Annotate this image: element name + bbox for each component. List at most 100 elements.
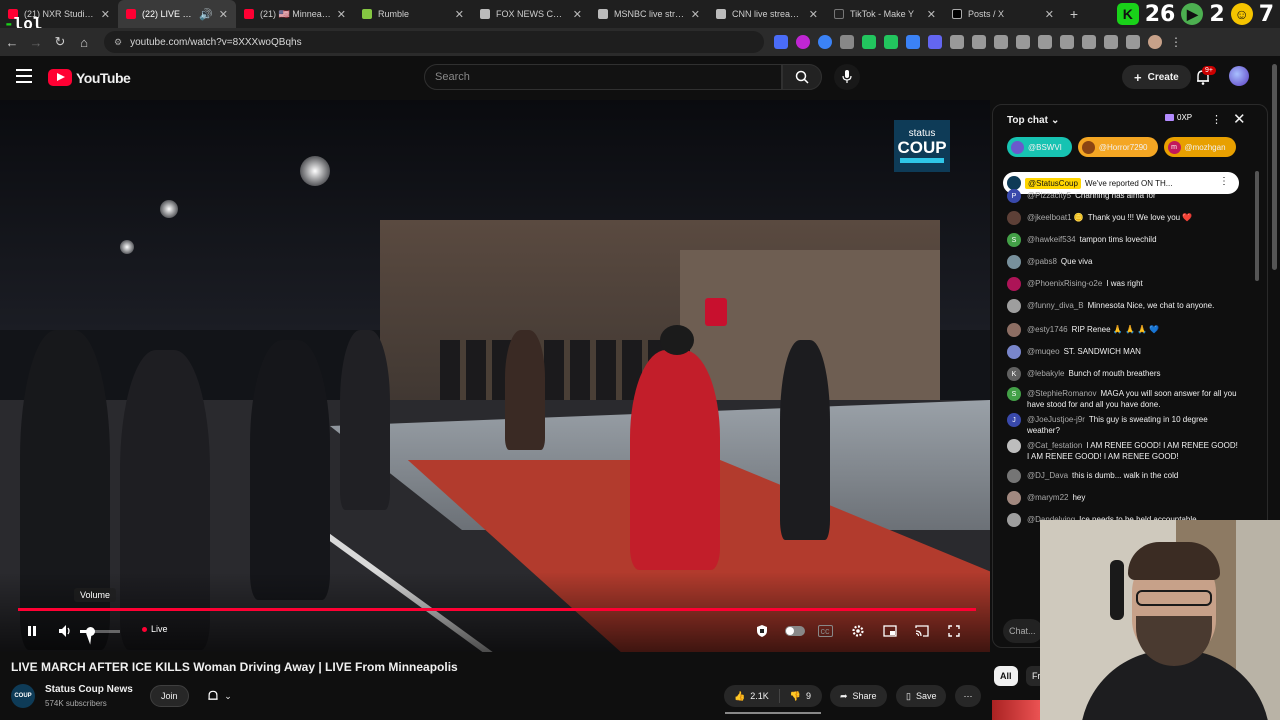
more-actions-button[interactable]: ⋯ xyxy=(955,685,981,707)
search-input[interactable]: Search xyxy=(424,64,782,90)
ad-block-shield-button[interactable] xyxy=(752,622,772,640)
page-scrollbar[interactable] xyxy=(1272,64,1277,270)
extension-icon[interactable] xyxy=(928,35,942,49)
chat-message[interactable]: @funny_diva_B Minnesota Nice, we chat to … xyxy=(1007,299,1239,313)
tab-minneapolis[interactable]: (21) 🇺🇸 Minneapolis ✕ xyxy=(236,0,354,28)
chat-message[interactable]: @marym22 hey xyxy=(1007,491,1239,505)
video-player[interactable]: status COUP Volume cc Live xyxy=(0,100,990,652)
like-button[interactable]: 👍 2.1K xyxy=(724,689,780,703)
chat-author[interactable]: @lebakyle xyxy=(1027,369,1064,378)
chat-message[interactable]: @DJ_Dava this is dumb... walk in the cold xyxy=(1007,469,1239,483)
donor-chip[interactable]: m @mozhgan xyxy=(1163,137,1236,157)
close-tab-icon[interactable]: ✕ xyxy=(927,8,936,21)
extension-icon[interactable] xyxy=(774,35,788,49)
chat-author[interactable]: @DJ_Dava xyxy=(1027,471,1068,480)
progress-bar[interactable] xyxy=(18,608,976,611)
subscription-bell-button[interactable]: ⌄ xyxy=(196,685,242,707)
captions-button[interactable]: cc xyxy=(816,622,834,640)
autoplay-toggle[interactable] xyxy=(784,622,806,640)
chat-author[interactable]: @pabs8 xyxy=(1027,257,1057,266)
extension-icon[interactable] xyxy=(884,35,898,49)
pinned-more-icon[interactable]: ⋮ xyxy=(1219,176,1229,187)
tab-live-march[interactable]: (22) LIVE MARCH 🔊 ✕ xyxy=(118,0,236,28)
chat-message[interactable]: S @StephieRomanov MAGA you will soon answe… xyxy=(1007,387,1239,410)
chat-message[interactable]: S @hawkeif534 tampon tims lovechild xyxy=(1007,233,1239,247)
extension-icon[interactable] xyxy=(1016,35,1030,49)
chat-author[interactable]: @hawkeif534 xyxy=(1027,235,1076,244)
chat-author[interactable]: @esty1746 xyxy=(1027,325,1068,334)
chat-message[interactable]: @esty1746 RIP Renee 🙏 🙏 🙏 💙 xyxy=(1007,323,1239,337)
youtube-logo[interactable]: YouTube xyxy=(48,69,131,86)
tab-rumble[interactable]: Rumble ✕ xyxy=(354,0,472,28)
join-button[interactable]: Join xyxy=(150,685,189,707)
create-button[interactable]: + Create xyxy=(1122,65,1191,89)
chat-author[interactable]: @funny_diva_B xyxy=(1027,301,1084,310)
extension-icon[interactable] xyxy=(906,35,920,49)
channel-name[interactable]: Status Coup News xyxy=(45,684,133,695)
live-indicator[interactable]: Live xyxy=(142,624,168,634)
tab-posts-x[interactable]: Posts / X ✕ xyxy=(944,0,1062,28)
chat-input[interactable]: Chat... xyxy=(1003,619,1043,643)
chat-message[interactable]: J @JoeJustjoe-j9r This guy is sweating in … xyxy=(1007,413,1239,436)
close-tab-icon[interactable]: ✕ xyxy=(809,8,818,21)
voice-search-button[interactable] xyxy=(834,64,860,90)
url-field[interactable]: ⚙ youtube.com/watch?v=8XXXwoQBqhs xyxy=(104,31,764,53)
tab-fox-news[interactable]: FOX NEWS CHANN ✕ xyxy=(472,0,590,28)
settings-button[interactable] xyxy=(848,622,868,640)
tab-tiktok[interactable]: TikTok - Make Y ✕ xyxy=(826,0,944,28)
xp-counter[interactable]: 0XP xyxy=(1165,113,1192,122)
reload-button[interactable]: ↻ xyxy=(48,30,72,54)
close-tab-icon[interactable]: ✕ xyxy=(573,8,582,21)
chat-message[interactable]: P @Pizzacity5 Channing has alma for xyxy=(1007,189,1239,203)
dislike-button[interactable]: 👎 9 xyxy=(780,691,821,702)
chat-author[interactable]: @Pizzacity5 xyxy=(1027,191,1071,200)
forward-button[interactable]: → xyxy=(24,30,48,54)
extension-icon[interactable] xyxy=(972,35,986,49)
account-avatar[interactable] xyxy=(1229,66,1249,86)
extension-icon[interactable] xyxy=(1060,35,1074,49)
menu-icon[interactable]: ⋮ xyxy=(1170,35,1182,49)
extension-icon[interactable] xyxy=(862,35,876,49)
save-button[interactable]: ▯ Save xyxy=(896,685,947,707)
close-tab-icon[interactable]: ✕ xyxy=(219,8,228,21)
extension-icon[interactable] xyxy=(1082,35,1096,49)
close-tab-icon[interactable]: ✕ xyxy=(337,8,346,21)
extension-icon[interactable] xyxy=(950,35,964,49)
close-chat-icon[interactable]: ✕ xyxy=(1233,110,1246,128)
chat-author[interactable]: @jkeelboat1 🪙 xyxy=(1027,213,1084,222)
extension-icon[interactable] xyxy=(840,35,854,49)
chat-message[interactable]: @PhoenixRising-o2e I was right xyxy=(1007,277,1239,291)
profile-avatar[interactable] xyxy=(1148,35,1162,49)
chat-scrollbar[interactable] xyxy=(1255,171,1259,281)
extension-icon[interactable] xyxy=(1104,35,1118,49)
close-tab-icon[interactable]: ✕ xyxy=(455,8,464,21)
chip-all[interactable]: All xyxy=(994,666,1018,686)
fullscreen-button[interactable] xyxy=(944,622,964,640)
back-button[interactable]: ← xyxy=(0,30,24,54)
extension-icon[interactable] xyxy=(994,35,1008,49)
chat-author[interactable]: @StephieRomanov xyxy=(1027,389,1097,398)
chat-mode-dropdown[interactable]: Top chat ⌄ xyxy=(993,105,1267,135)
menu-icon[interactable] xyxy=(16,69,32,83)
chat-author[interactable]: @PhoenixRising-o2e xyxy=(1027,279,1102,288)
channel-avatar[interactable]: COUP xyxy=(11,684,35,708)
donor-chip[interactable]: @Horror7290 xyxy=(1077,137,1158,157)
tab-cnn[interactable]: CNN live stream - ✕ xyxy=(708,0,826,28)
miniplayer-button[interactable] xyxy=(880,622,900,640)
extension-icon[interactable] xyxy=(1038,35,1052,49)
mute-button[interactable] xyxy=(56,622,74,640)
search-button[interactable] xyxy=(782,64,822,90)
chat-author[interactable]: @Cat_festation xyxy=(1027,441,1082,450)
chat-message[interactable]: @pabs8 Que viva xyxy=(1007,255,1239,269)
chat-more-icon[interactable]: ⋮ xyxy=(1211,113,1222,126)
donor-chip[interactable]: @BSWVI xyxy=(1007,137,1072,157)
close-tab-icon[interactable]: ✕ xyxy=(1045,8,1054,21)
share-button[interactable]: ➦ Share xyxy=(830,685,887,707)
related-thumbnail[interactable] xyxy=(992,700,1042,720)
chat-author[interactable]: @JoeJustjoe-j9r xyxy=(1027,415,1085,424)
extension-icon[interactable] xyxy=(1126,35,1140,49)
close-tab-icon[interactable]: ✕ xyxy=(101,8,110,21)
cast-button[interactable] xyxy=(912,622,932,640)
extension-icon[interactable] xyxy=(818,35,832,49)
chat-message[interactable]: K @lebakyle Bunch of mouth breathers xyxy=(1007,367,1239,381)
